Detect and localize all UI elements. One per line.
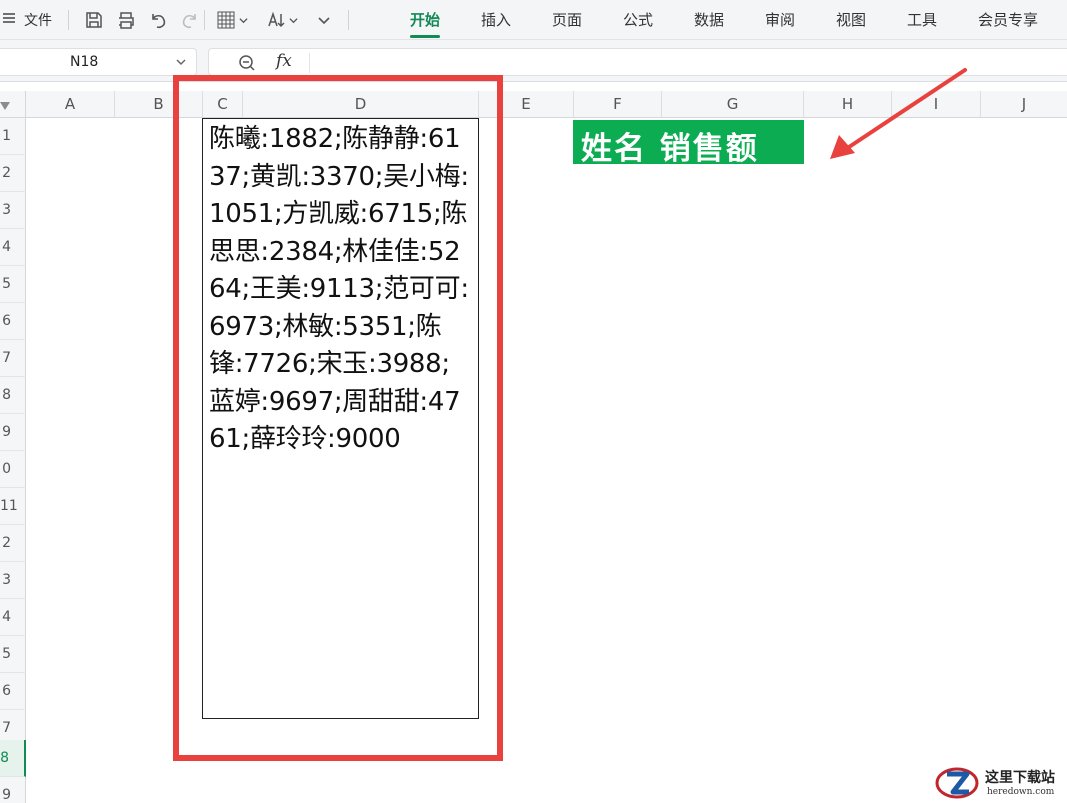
row-header: 1 2 3 4 5 6 7 8 9 0 11 2 3 4 5 6 7 8 9: [0, 118, 26, 803]
row-header-item[interactable]: 7: [0, 340, 26, 377]
row-header-item[interactable]: 5: [0, 636, 26, 673]
tab-review[interactable]: 审阅: [765, 9, 795, 30]
header-cell-f1-g1[interactable]: 姓名 销售额: [573, 120, 804, 167]
name-box-value: N18: [70, 54, 99, 70]
watermark-url: heredown.com: [987, 787, 1055, 797]
undo-icon[interactable]: [146, 8, 170, 32]
save-icon[interactable]: [82, 8, 106, 32]
row-header-item[interactable]: 0: [0, 451, 26, 488]
file-menu-label: 文件: [24, 13, 52, 29]
row-header-item[interactable]: 11: [0, 488, 26, 525]
toolbar-divider: [348, 10, 349, 30]
row-header-item-active[interactable]: 8: [0, 740, 26, 777]
zoom-out-icon[interactable]: [237, 53, 257, 73]
select-all-corner[interactable]: [0, 91, 26, 118]
row-header-item[interactable]: 1: [0, 118, 26, 155]
borders-icon[interactable]: [214, 8, 238, 32]
column-header-a[interactable]: A: [26, 91, 115, 118]
column-header-g[interactable]: G: [662, 91, 804, 118]
tab-formulas[interactable]: 公式: [623, 9, 653, 30]
name-box[interactable]: N18: [0, 48, 197, 76]
row-header-item[interactable]: 4: [0, 229, 26, 266]
watermark-title: 这里下载站: [985, 770, 1055, 786]
row-header-item[interactable]: 5: [0, 266, 26, 303]
toolbar-divider: [204, 10, 205, 30]
more-chevron-icon[interactable]: [312, 8, 336, 32]
chevron-down-icon[interactable]: [236, 8, 250, 32]
annotation-highlight-box: [173, 75, 503, 761]
tab-tools[interactable]: 工具: [907, 9, 937, 30]
tab-member[interactable]: 会员专享: [978, 9, 1038, 30]
print-icon[interactable]: [114, 8, 138, 32]
chevron-down-icon[interactable]: [286, 8, 300, 32]
column-header-f[interactable]: F: [574, 91, 662, 118]
file-menu[interactable]: 文件: [2, 10, 52, 30]
row-header-item[interactable]: 6: [0, 303, 26, 340]
row-header-item[interactable]: 2: [0, 525, 26, 562]
tab-home[interactable]: 开始: [410, 9, 441, 38]
function-icon[interactable]: fx: [276, 51, 292, 71]
sort-icon[interactable]: [264, 8, 288, 32]
heredown-logo-icon: [935, 767, 979, 799]
tab-data[interactable]: 数据: [694, 9, 724, 30]
tab-view[interactable]: 视图: [836, 9, 866, 30]
hamburger-icon: [2, 11, 16, 29]
row-header-item[interactable]: 9: [0, 414, 26, 451]
chevron-down-icon[interactable]: [174, 55, 188, 69]
row-header-item[interactable]: 3: [0, 562, 26, 599]
tab-insert[interactable]: 插入: [481, 9, 511, 30]
tab-page[interactable]: 页面: [552, 9, 582, 30]
ribbon-menubar: 文件 开始 插入 页面 公式 数据 审阅 视图 工具 会员专享: [0, 0, 1067, 40]
watermark: 这里下载站 heredown.com: [935, 765, 1067, 803]
header-cell-text: 姓名 销售额: [581, 131, 759, 167]
row-header-item[interactable]: 2: [0, 155, 26, 192]
row-header-item[interactable]: 6: [0, 673, 26, 710]
formula-divider: [309, 53, 310, 73]
row-header-item[interactable]: 9: [0, 777, 26, 803]
annotation-arrow: [830, 68, 967, 159]
toolbar-divider: [68, 10, 69, 30]
row-header-item[interactable]: 4: [0, 599, 26, 636]
row-header-item[interactable]: 8: [0, 377, 26, 414]
redo-icon[interactable]: [178, 8, 202, 32]
column-header-j[interactable]: J: [981, 91, 1067, 118]
row-header-item[interactable]: 3: [0, 192, 26, 229]
